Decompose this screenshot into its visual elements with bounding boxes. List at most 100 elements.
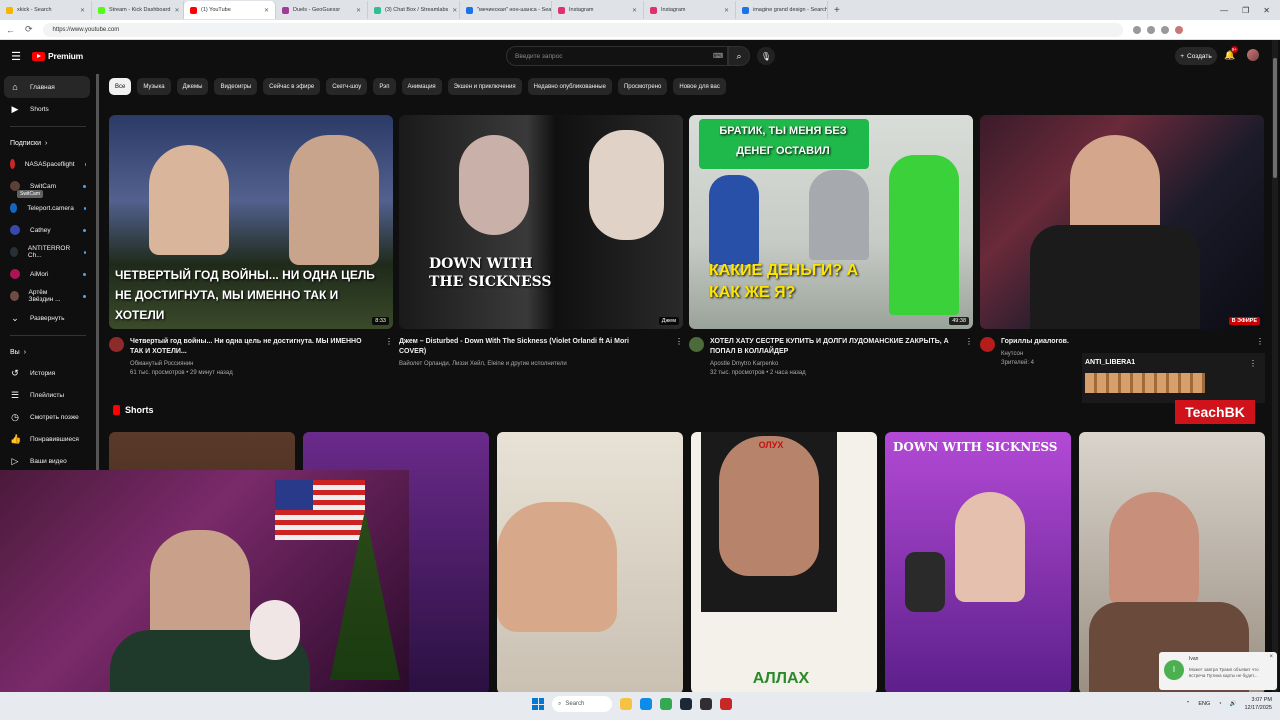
browser-tab[interactable]: (3) Chat Box / Streamlabs ✕ [368,1,460,19]
browser-tab[interactable]: Stream - Kick Dashboard ✕ [92,1,184,19]
short-card[interactable] [497,432,683,692]
chat-notification[interactable]: I Ivan Может завтра Трамп объявит что вс… [1159,652,1277,690]
filter-chip[interactable]: Просмотрено [617,78,668,95]
short-card[interactable]: DOWN WITH SICKNESS [885,432,1071,692]
close-icon[interactable]: ✕ [452,7,457,14]
video-card[interactable]: БРАТИК, ТЫ МЕНЯ БЕЗ ДЕНЕГ ОСТАВИЛ КАКИЕ … [689,115,973,376]
minimize-button[interactable]: — [1220,6,1228,15]
page-scrollbar[interactable] [1272,40,1278,692]
sidebar-item-shorts[interactable]: ▶ Shorts [0,98,96,120]
reload-button[interactable]: ⟳ [25,24,33,35]
sidebar-item-subscription[interactable]: SwitCam [0,175,96,197]
youtube-logo[interactable]: Premium [32,51,83,61]
channel-avatar[interactable] [109,337,124,352]
close-window-button[interactable]: ✕ [1263,6,1270,15]
video-thumbnail[interactable]: В ЭФИРЕ [980,115,1264,329]
sidebar-item-subscription[interactable]: ANTITERROR Ch... [0,241,96,263]
app-icon-obs[interactable] [700,698,712,710]
browser-tab[interactable]: Duels - GeoGuessr ✕ [276,1,368,19]
filter-chip[interactable]: Недавно опубликованные [527,78,612,95]
account-avatar[interactable] [1247,49,1259,61]
close-icon[interactable]: × [1269,654,1273,660]
video-card[interactable]: DOWN WITH THE SICKNESS Джем Джем – Distu… [399,115,683,367]
video-title[interactable]: Четвертый год войны... Ни одна цель не д… [130,337,375,357]
sidebar-item-you[interactable]: ↺ История [0,362,96,384]
subscriptions-header[interactable]: Подписки › [0,133,96,153]
you-header[interactable]: Вы › [0,342,96,362]
scrollbar-thumb[interactable] [1273,58,1277,178]
sidebar-item-subscription[interactable]: AiMori [0,263,96,285]
filter-chip[interactable]: Анимация [401,78,442,95]
filter-chip[interactable]: Новое для вас [673,78,726,95]
close-icon[interactable]: ✕ [80,7,85,14]
sidebar-item-subscription[interactable]: Cathey [0,219,96,241]
sidebar-scrollbar[interactable] [96,74,99,474]
browser-tab[interactable]: Instagram ✕ [552,1,644,19]
channel-name[interactable]: Обманутый Россиянин [130,361,375,367]
volume-icon[interactable]: 🔊 [1230,701,1237,707]
sidebar-item-you[interactable]: ▷ Ваши видео [0,450,96,472]
sidebar-item-you[interactable]: ◷ Смотреть позже [0,406,96,428]
windows-start-icon[interactable] [532,698,544,710]
video-thumbnail[interactable]: DOWN WITH THE SICKNESS Джем [399,115,683,329]
video-title[interactable]: Джем – Disturbed - Down With The Sicknes… [399,337,644,357]
more-icon[interactable]: ⋮ [675,337,683,346]
sidebar-item-subscription[interactable]: Артём Звёздин ... [0,285,96,307]
back-button[interactable]: ← [6,25,15,35]
close-icon[interactable]: ✕ [724,7,729,14]
search-input[interactable]: Введите запрос [506,46,728,66]
sidebar-item-home[interactable]: ⌂ Главная [4,76,90,98]
sidebar-item-subscription[interactable]: NASASpaceflight [0,153,96,175]
more-icon[interactable]: ⋮ [965,337,973,346]
video-title[interactable]: Гориллы диалогов. [1001,337,1069,347]
extension-icon[interactable] [1146,25,1155,34]
filter-chip[interactable]: Музыка [137,78,171,95]
close-icon[interactable]: ✕ [356,7,361,14]
video-thumbnail[interactable]: БРАТИК, ТЫ МЕНЯ БЕЗ ДЕНЕГ ОСТАВИЛ КАКИЕ … [689,115,973,329]
channel-avatar[interactable] [980,337,995,352]
video-thumbnail[interactable]: ЧЕТВЕРТЫЙ ГОД ВОЙНЫ... НИ ОДНА ЦЕЛЬ НЕ Д… [109,115,393,329]
video-card[interactable]: В ЭФИРЕ Гориллы диалогов. Кнутсон Зрител… [980,115,1264,366]
voice-search-button[interactable]: 🎙 [757,47,775,65]
channel-name[interactable]: Вайолет Орланди, Лиззи Хейл, Eleine и др… [399,361,644,367]
maximize-button[interactable]: ❐ [1242,6,1249,15]
more-icon[interactable]: ⋮ [1256,337,1264,346]
filter-chip[interactable]: Экшен и приключения [447,78,522,95]
channel-name[interactable]: Кнутсон [1001,351,1069,357]
sidebar-item-you[interactable]: ☰ Плейлисты [0,384,96,406]
browser-tab[interactable]: Instagram ✕ [644,1,736,19]
search-button[interactable]: ⌕ [728,46,750,66]
more-icon[interactable]: ⋮ [1249,359,1257,368]
filter-chip[interactable]: Сейчас в эфире [263,78,321,95]
short-card[interactable]: ОЛУХ АЛЛАХ [691,432,877,692]
close-icon[interactable]: ✕ [174,7,179,14]
sidebar-item-expand[interactable]: ⌄ Развернуть [0,307,96,329]
channel-name[interactable]: Apostle Dmytro Karpenko [710,361,955,367]
channel-avatar[interactable] [689,337,704,352]
close-icon[interactable]: ✕ [264,7,269,14]
url-field[interactable]: https://www.youtube.com [42,22,1123,37]
extension-icon[interactable] [1160,25,1169,34]
filter-chip[interactable]: Скетч-шоу [326,78,368,95]
filter-chip[interactable]: Джемы [176,78,209,95]
more-icon[interactable]: ⋮ [385,337,393,346]
keyboard-icon[interactable]: ⌨ [713,52,723,60]
wifi-icon[interactable]: ◔ [1218,701,1221,707]
close-icon[interactable]: ✕ [632,7,637,14]
browser-tab[interactable]: (1) YouTube ✕ [184,1,276,19]
profile-icon[interactable] [1174,25,1183,34]
app-icon-steam[interactable] [680,698,692,710]
create-button[interactable]: + Создать [1175,47,1217,65]
filter-chip[interactable]: Видеоигры [214,78,258,95]
extension-icon[interactable] [1132,25,1141,34]
browser-tab[interactable]: imagine grand design - Search✕ [736,1,828,19]
video-title[interactable]: ХОТЕЛ ХАТУ СЕСТРЕ КУПИТЬ И ДОЛГИ ЛУДОМАН… [710,337,955,357]
sidebar-item-you[interactable]: 👍 Понравившиеся [0,428,96,450]
menu-icon[interactable]: ☰ [0,50,32,63]
language-indicator[interactable]: ENG [1198,701,1210,707]
new-tab-button[interactable]: + [828,5,846,16]
video-card[interactable]: ЧЕТВЕРТЫЙ ГОД ВОЙНЫ... НИ ОДНА ЦЕЛЬ НЕ Д… [109,115,393,376]
app-icon-edge[interactable] [640,698,652,710]
filter-chip[interactable]: Все [109,78,132,95]
app-icon-files[interactable] [620,698,632,710]
